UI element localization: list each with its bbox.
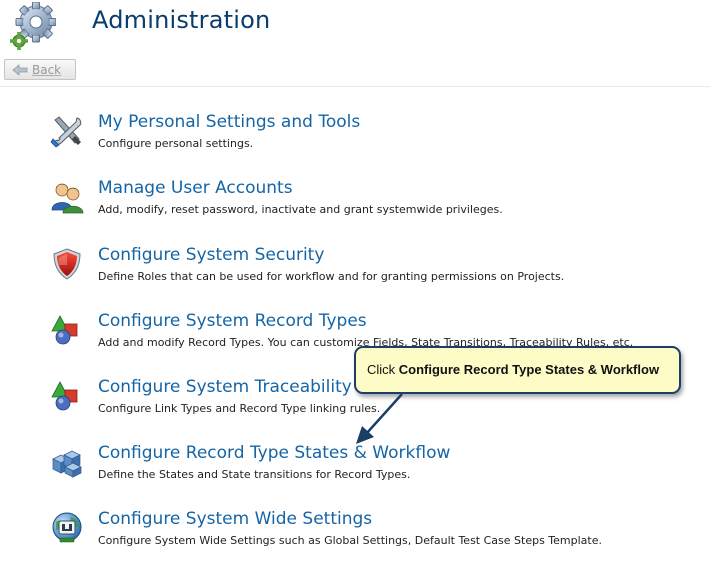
menu-item-user-accounts[interactable]: Manage User Accounts Add, modify, reset … — [50, 178, 700, 224]
users-icon — [51, 183, 84, 214]
back-button[interactable]: Back — [4, 59, 76, 80]
page-title: Administration — [92, 6, 271, 34]
menu-item-title[interactable]: Configure System Record Types — [98, 311, 367, 331]
gears-icon — [10, 2, 56, 50]
callout-pointer-arrow-icon — [356, 393, 403, 444]
menu-item-title[interactable]: Manage User Accounts — [98, 178, 293, 198]
menu-item-description: Configure Link Types and Record Type lin… — [98, 402, 381, 415]
menu-item-system-wide-settings[interactable]: Configure System Wide Settings Configure… — [50, 509, 700, 555]
menu-item-record-type-workflow[interactable]: Configure Record Type States & Workflow … — [50, 443, 700, 489]
menu-item-description: Define Roles that can be used for workfl… — [98, 270, 565, 283]
shield-icon — [53, 248, 81, 280]
callout-emphasis: Configure Record Type States & Workflow — [398, 362, 660, 377]
back-label: Back — [32, 62, 62, 77]
menu-item-personal-settings[interactable]: My Personal Settings and Tools Configure… — [50, 112, 700, 158]
menu-item-title[interactable]: My Personal Settings and Tools — [98, 112, 360, 132]
menu-item-title[interactable]: Configure System Traceability — [98, 377, 352, 397]
menu-item-description: Define the States and State transitions … — [98, 468, 411, 481]
globe-settings-icon — [52, 512, 82, 543]
workflow-cubes-icon — [52, 450, 82, 478]
menu-item-description: Configure System Wide Settings such as G… — [98, 534, 602, 547]
shapes-icon — [51, 381, 78, 411]
tutorial-callout: Click Configure Record Type States & Wor… — [354, 346, 681, 394]
menu-item-system-security[interactable]: Configure System Security Define Roles t… — [50, 245, 700, 291]
shapes-icon — [51, 315, 78, 345]
menu-item-title[interactable]: Configure System Wide Settings — [98, 509, 372, 529]
tools-icon — [50, 116, 82, 148]
callout-prefix: Click — [367, 362, 399, 377]
menu-item-description: Configure personal settings. — [98, 137, 254, 150]
menu-item-title[interactable]: Configure System Security — [98, 245, 324, 265]
menu-item-description: Add, modify, reset password, inactivate … — [98, 203, 503, 216]
administration-page: Administration Back My Personal Settings… — [0, 0, 710, 562]
back-arrow-icon — [12, 63, 28, 76]
header-divider — [0, 86, 710, 87]
